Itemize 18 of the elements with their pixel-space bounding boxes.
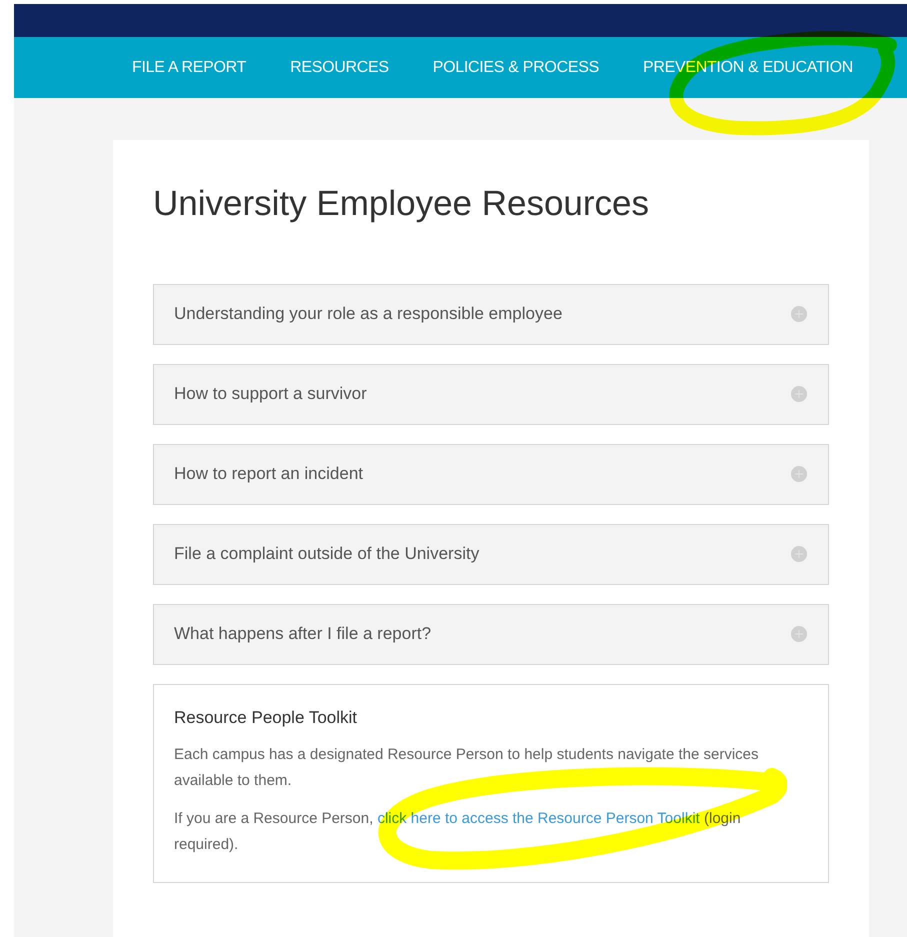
accordion-item[interactable]: What happens after I file a report? (153, 604, 829, 664)
accordion-item[interactable]: File a complaint outside of the University (153, 524, 829, 584)
accordion-label: How to support a survivor (174, 383, 367, 406)
page-title: University Employee Resources (153, 183, 650, 225)
plus-icon (790, 465, 808, 483)
accordion-item[interactable]: How to support a survivor (153, 364, 829, 424)
accordion-item[interactable]: Understanding your role as a responsible employee (153, 284, 829, 344)
accordion-label: Understanding your role as a responsible employee (174, 303, 562, 326)
accordion-label: File a complaint outside of the University (174, 543, 480, 566)
plus-icon (790, 305, 808, 323)
toolkit-description: Each campus has a designated Resource Person to help students navigate the services available to them. (174, 745, 760, 791)
plus-icon (790, 385, 808, 403)
plus-icon (790, 545, 808, 563)
toolkit-title: Resource People Toolkit (174, 706, 358, 728)
plus-icon (790, 625, 808, 643)
accordion-item[interactable]: How to report an incident (153, 444, 829, 504)
accordion-label: What happens after I file a report? (174, 623, 432, 646)
accordion-label: How to report an incident (174, 463, 363, 486)
